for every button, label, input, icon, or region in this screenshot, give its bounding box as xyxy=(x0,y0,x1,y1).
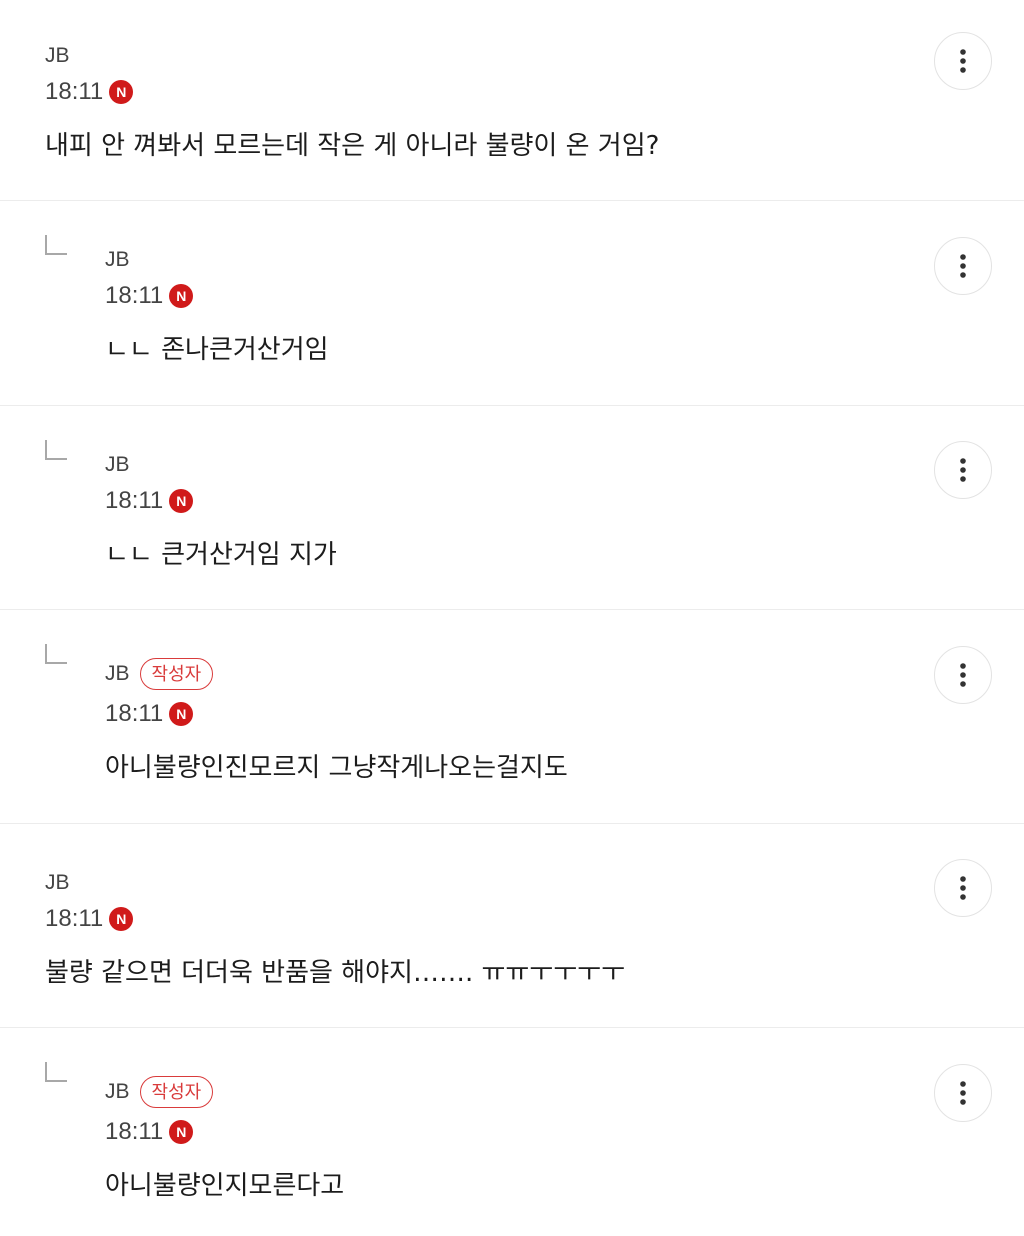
comment-header: JB xyxy=(105,242,130,278)
new-badge-icon: N xyxy=(169,284,194,308)
vertical-ellipsis-icon xyxy=(960,254,966,278)
comment-item: JB 18:11 N 불량 같으면 더더욱 반품을 해야지……. ㅠㅠㅜㅜㅜㅜ xyxy=(0,824,1024,1028)
reply-item: JB 18:11 N ㄴㄴ 큰거산거임 지가 xyxy=(0,406,1024,610)
new-badge-icon: N xyxy=(169,1120,194,1144)
comment-time: 18:11 xyxy=(105,1118,164,1145)
comment-author[interactable]: JB xyxy=(105,453,130,477)
vertical-ellipsis-icon xyxy=(960,458,966,482)
writer-badge: 작성자 xyxy=(139,1076,214,1108)
comment-time: 18:11 xyxy=(45,905,104,932)
comment-text: 아니불량인지모른다고 xyxy=(105,1171,345,1201)
comment-author[interactable]: JB xyxy=(105,1080,130,1104)
comment-header: JB xyxy=(105,447,130,483)
more-options-button[interactable] xyxy=(934,441,992,499)
more-options-button[interactable] xyxy=(934,859,992,917)
comment-author[interactable]: JB xyxy=(105,662,130,686)
new-badge-icon: N xyxy=(169,702,194,726)
comment-author[interactable]: JB xyxy=(105,248,130,272)
comment-text: 내피 안 껴봐서 모르는데 작은 게 아니라 불량이 온 거임? xyxy=(45,131,660,161)
comment-author[interactable]: JB xyxy=(45,44,70,68)
reply-item: JB 18:11 N ㄴㄴ 존나큰거산거임 xyxy=(0,201,1024,406)
reply-arrow-icon xyxy=(45,440,67,460)
comment-header: JB xyxy=(45,38,70,74)
comment-meta: 18:11 N xyxy=(105,486,194,516)
new-badge-icon: N xyxy=(109,80,134,104)
more-options-button[interactable] xyxy=(934,646,992,704)
vertical-ellipsis-icon xyxy=(960,1081,966,1105)
more-options-button[interactable] xyxy=(934,1064,992,1122)
vertical-ellipsis-icon xyxy=(960,876,966,900)
reply-item: JB 작성자 18:11 N 아니불량인진모르지 그냥작게나오는걸지도 xyxy=(0,610,1024,824)
vertical-ellipsis-icon xyxy=(960,49,966,73)
comment-header: JB xyxy=(45,865,70,901)
comment-meta: 18:11 N xyxy=(105,699,194,729)
new-badge-icon: N xyxy=(109,907,134,931)
comment-time: 18:11 xyxy=(105,282,164,309)
comment-header: JB 작성자 xyxy=(105,1074,214,1110)
comment-time: 18:11 xyxy=(105,487,164,514)
comment-meta: 18:11 N xyxy=(45,77,134,107)
reply-arrow-icon xyxy=(45,235,67,255)
more-options-button[interactable] xyxy=(934,237,992,295)
more-options-button[interactable] xyxy=(934,32,992,90)
reply-arrow-icon xyxy=(45,644,67,664)
comment-meta: 18:11 N xyxy=(45,904,134,934)
comment-item: JB 18:11 N 내피 안 껴봐서 모르는데 작은 게 아니라 불량이 온 … xyxy=(0,0,1024,201)
comment-meta: 18:11 N xyxy=(105,1117,194,1147)
reply-arrow-icon xyxy=(45,1062,67,1082)
comment-text: ㄴㄴ 존나큰거산거임 xyxy=(105,335,329,365)
comment-time: 18:11 xyxy=(45,78,104,105)
comment-text: 불량 같으면 더더욱 반품을 해야지……. ㅠㅠㅜㅜㅜㅜ xyxy=(45,958,625,988)
vertical-ellipsis-icon xyxy=(960,663,966,687)
comment-author[interactable]: JB xyxy=(45,871,70,895)
comment-text: ㄴㄴ 큰거산거임 지가 xyxy=(105,540,337,570)
new-badge-icon: N xyxy=(169,489,194,513)
reply-item: JB 작성자 18:11 N 아니불량인지모른다고 xyxy=(0,1028,1024,1236)
writer-badge: 작성자 xyxy=(139,658,214,690)
comment-header: JB 작성자 xyxy=(105,656,214,692)
comment-time: 18:11 xyxy=(105,700,164,727)
comment-text: 아니불량인진모르지 그냥작게나오는걸지도 xyxy=(105,753,568,783)
comment-meta: 18:11 N xyxy=(105,281,194,311)
